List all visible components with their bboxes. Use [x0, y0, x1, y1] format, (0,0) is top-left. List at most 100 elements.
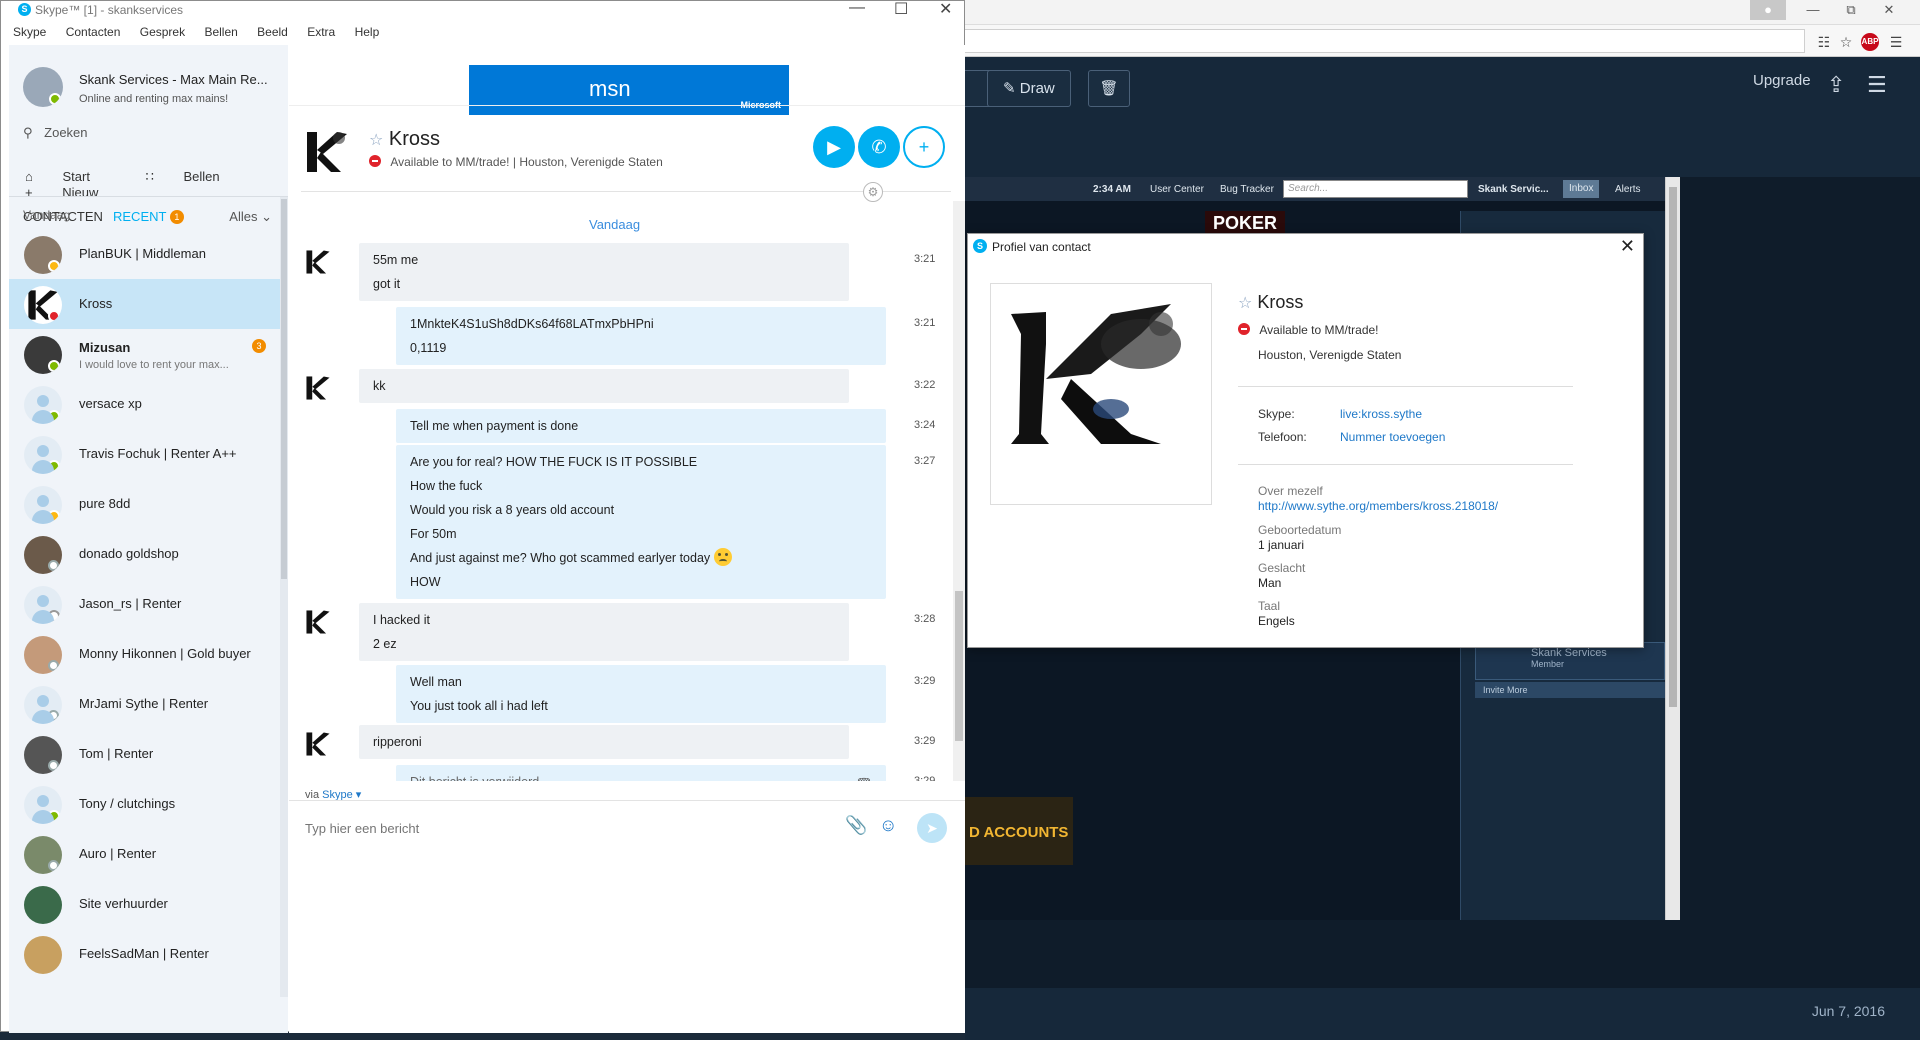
- site-footer: Jun 7, 2016: [965, 988, 1920, 1040]
- contact-item[interactable]: Jason_rs | Renter: [9, 579, 280, 629]
- address-bar[interactable]: [965, 29, 1805, 53]
- message-text: 0,1119: [410, 336, 872, 360]
- hamburger-menu-icon[interactable]: ☰: [1867, 72, 1887, 98]
- filter-dropdown[interactable]: Alles ⌄: [229, 209, 272, 225]
- sythe-account[interactable]: Skank Servic...: [1478, 184, 1549, 195]
- contact-item[interactable]: PlanBUK | Middleman: [9, 229, 280, 279]
- message-scrollbar[interactable]: [953, 201, 965, 781]
- contact-item[interactable]: MrJami Sythe | Renter: [9, 679, 280, 729]
- online-status-icon: [48, 410, 60, 422]
- my-mood[interactable]: Online and renting max mains!: [79, 93, 228, 105]
- minimize-button[interactable]: —: [849, 0, 865, 17]
- minimize-button[interactable]: —: [1795, 0, 1831, 20]
- contact-avatar[interactable]: [301, 126, 353, 178]
- outgoing-message-bubble[interactable]: Well man You just took all i had left: [396, 665, 886, 723]
- upgrade-link[interactable]: Upgrade: [1753, 72, 1811, 89]
- trash-icon[interactable]: 🗑: [855, 773, 872, 781]
- voice-call-button[interactable]: ✆: [858, 126, 900, 168]
- profile-icon[interactable]: ●: [1750, 0, 1786, 20]
- message-time: 3:22: [914, 379, 936, 391]
- restore-button[interactable]: ⧉: [1833, 0, 1869, 20]
- incoming-message-bubble[interactable]: 55m me got it: [359, 243, 849, 301]
- contact-item[interactable]: Mizusan I would love to rent your max... 3: [9, 329, 280, 379]
- sythe-inbox[interactable]: Inbox: [1563, 180, 1600, 198]
- sender-avatar[interactable]: [303, 729, 333, 759]
- incoming-message-bubble[interactable]: I hacked it 2 ez: [359, 603, 849, 661]
- contact-item[interactable]: Kross: [9, 279, 280, 329]
- favorite-star-icon[interactable]: ☆: [369, 132, 383, 149]
- delete-button[interactable]: 🗑: [1088, 70, 1130, 107]
- message-text: You just took all i had left: [410, 694, 872, 718]
- incoming-message-bubble[interactable]: kk: [359, 369, 849, 403]
- invite-more-link[interactable]: Invite More: [1475, 682, 1665, 698]
- message-text: Tell me when payment is done: [410, 414, 872, 438]
- menu-contacts[interactable]: Contacten: [66, 25, 121, 39]
- tab-recent[interactable]: RECENT 1: [113, 209, 184, 224]
- contact-item[interactable]: Tom | Renter: [9, 729, 280, 779]
- scrollbar-thumb[interactable]: [955, 591, 963, 741]
- my-avatar[interactable]: [23, 67, 63, 107]
- close-button[interactable]: ✕: [939, 0, 952, 19]
- contact-item[interactable]: pure 8dd: [9, 479, 280, 529]
- sythe-search-input[interactable]: Search...: [1283, 180, 1468, 198]
- sythe-alerts[interactable]: Alerts: [1615, 184, 1641, 195]
- message-input[interactable]: [305, 815, 845, 841]
- close-icon[interactable]: ✕: [1620, 236, 1635, 257]
- video-call-button[interactable]: ▶: [813, 126, 855, 168]
- menu-conversation[interactable]: Gesprek: [140, 25, 185, 39]
- deleted-message-bubble[interactable]: Dit bericht is verwijderd. 🗑: [396, 765, 886, 781]
- incoming-message-bubble[interactable]: ripperoni: [359, 725, 849, 759]
- contact-item[interactable]: Tony / clutchings: [9, 779, 280, 829]
- skype-id-link[interactable]: live:kross.sythe: [1340, 407, 1422, 421]
- send-button[interactable]: ➤: [917, 813, 947, 843]
- skype-logo-icon: S: [18, 3, 31, 16]
- sythe-bug-tracker[interactable]: Bug Tracker: [1220, 184, 1274, 195]
- contact-last-message: I would love to rent your max...: [79, 359, 229, 371]
- upload-icon[interactable]: ⇪: [1827, 72, 1845, 98]
- outgoing-message-bubble[interactable]: 1MnkteK4S1uSh8dDKs64f68LATmxPbHPni 0,1119: [396, 307, 886, 365]
- adblock-icon[interactable]: ABP: [1861, 33, 1879, 51]
- maximize-button[interactable]: ☐: [894, 0, 908, 19]
- favorite-star-icon[interactable]: ☆: [1238, 295, 1252, 312]
- sender-avatar[interactable]: [303, 373, 333, 403]
- contact-item[interactable]: versace xp: [9, 379, 280, 429]
- new-button[interactable]: + Nieuw: [25, 185, 124, 200]
- contact-item[interactable]: Site verhuurder: [9, 879, 280, 929]
- search-box[interactable]: ⚲ Zoeken: [23, 125, 88, 141]
- about-link[interactable]: http://www.sythe.org/members/kross.21801…: [1258, 499, 1498, 513]
- close-button[interactable]: ✕: [1871, 0, 1907, 20]
- sender-avatar[interactable]: [303, 607, 333, 637]
- sidebar-scrollbar[interactable]: [280, 197, 288, 997]
- menu-view[interactable]: Beeld: [257, 25, 288, 39]
- separator: [1238, 386, 1573, 387]
- menu-help[interactable]: Help: [355, 25, 380, 39]
- bookmark-star-icon[interactable]: ☆: [1837, 33, 1855, 51]
- scrollbar-thumb[interactable]: [281, 199, 287, 579]
- draw-button[interactable]: ✎ Draw: [987, 70, 1071, 107]
- add-people-button[interactable]: +: [903, 126, 945, 168]
- paperclip-icon[interactable]: 📎: [845, 815, 867, 836]
- call-button[interactable]: ∷ Bellen: [146, 169, 246, 184]
- outgoing-message-bubble[interactable]: Tell me when payment is done: [396, 409, 886, 443]
- contact-item[interactable]: Auro | Renter: [9, 829, 280, 879]
- translate-icon[interactable]: ☷: [1815, 33, 1833, 51]
- contact-item[interactable]: Monny Hikonnen | Gold buyer: [9, 629, 280, 679]
- contact-item[interactable]: donado goldshop: [9, 529, 280, 579]
- menu-tools[interactable]: Extra: [307, 25, 335, 39]
- outgoing-message-bubble[interactable]: Are you for real? HOW THE FUCK IS IT POS…: [396, 445, 886, 599]
- message-text: 1MnkteK4S1uSh8dDKs64f68LATmxPbHPni: [410, 312, 872, 336]
- emoticon-icon[interactable]: ☺: [879, 815, 897, 836]
- scrollbar-thumb[interactable]: [1669, 187, 1677, 707]
- contact-item[interactable]: FeelsSadMan | Renter: [9, 929, 280, 979]
- sender-avatar[interactable]: [303, 247, 333, 277]
- embedded-scrollbar[interactable]: [1665, 177, 1680, 920]
- add-number-link[interactable]: Nummer toevoegen: [1340, 430, 1445, 444]
- menu-icon[interactable]: ☰: [1887, 33, 1905, 51]
- contact-item[interactable]: Travis Fochuk | Renter A++: [9, 429, 280, 479]
- sythe-user-center[interactable]: User Center: [1150, 184, 1204, 195]
- menu-skype[interactable]: Skype: [13, 25, 46, 39]
- conversation-settings-icon[interactable]: ⚙: [863, 182, 883, 202]
- my-name[interactable]: Skank Services - Max Main Re...: [79, 72, 268, 87]
- menu-call[interactable]: Bellen: [204, 25, 237, 39]
- start-button[interactable]: ⌂ Start: [25, 169, 116, 184]
